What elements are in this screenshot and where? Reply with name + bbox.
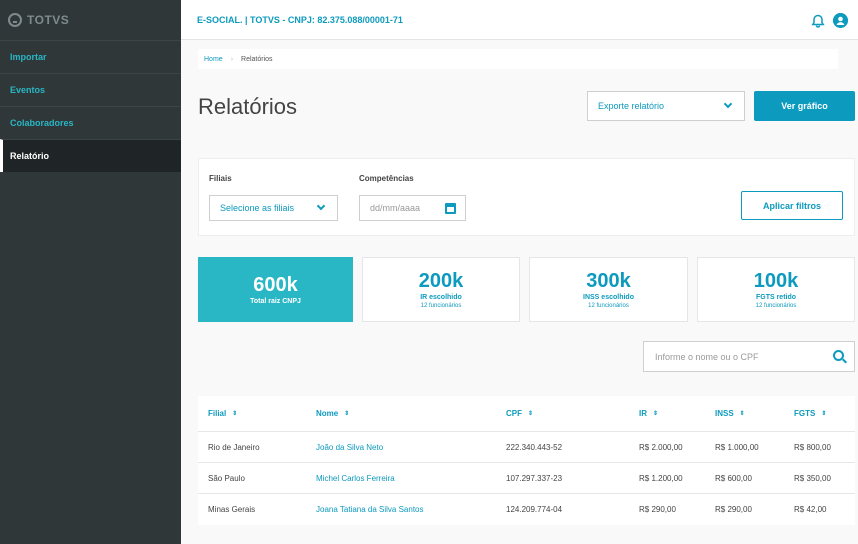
- branches-select[interactable]: Selecione as filiais: [209, 195, 338, 221]
- kpi-value: 600k: [253, 273, 298, 296]
- sort-icon: ⇕: [739, 411, 745, 417]
- column-header-cpf[interactable]: CPF ⇕: [506, 396, 533, 431]
- cell-fgts: R$ 800,00: [794, 442, 831, 452]
- view-chart-button[interactable]: Ver gráfico: [754, 91, 855, 121]
- sort-icon: ⇕: [232, 411, 238, 417]
- column-header-inss[interactable]: INSS ⇕: [715, 396, 745, 431]
- sidebar-item-colaboradores[interactable]: Colaboradores: [0, 106, 181, 139]
- period-label: Competências: [359, 174, 414, 183]
- sidebar-item-label: Eventos: [10, 85, 46, 95]
- table-row: Rio de Janeiro João da Silva Neto 222.34…: [198, 432, 855, 463]
- column-header-label: Filial: [208, 409, 227, 418]
- kpi-card-ir[interactable]: 200k IR escolhido 12 funcionários: [362, 257, 520, 322]
- cell-ir: R$ 290,00: [639, 505, 676, 514]
- sort-icon: ⇕: [821, 411, 827, 417]
- app-title: E-SOCIAL. | TOTVS - CNPJ: 82.375.088/000…: [197, 14, 403, 25]
- search-input[interactable]: Informe o nome ou o CPF: [643, 341, 855, 372]
- breadcrumb-home[interactable]: Home: [204, 56, 223, 63]
- sort-icon: ⇕: [344, 411, 350, 417]
- top-icons: [811, 13, 848, 28]
- column-header-label: CPF: [506, 409, 522, 418]
- kpi-value: 300k: [586, 269, 631, 292]
- kpi-label: INSS escolhido: [583, 293, 634, 301]
- branches-select-value: Selecione as filiais: [220, 203, 295, 213]
- cell-filial: São Paulo: [208, 473, 245, 483]
- cell-ir: R$ 1.200,00: [639, 473, 683, 483]
- page-title: Relatórios: [198, 94, 298, 119]
- kpi-sub: 12 funcionários: [755, 302, 797, 309]
- table-header: Filial ⇕ Nome ⇕ CPF ⇕ IR ⇕ INSS ⇕ FGTS ⇕: [198, 396, 855, 432]
- cell-inss: R$ 1.000,00: [715, 442, 759, 452]
- export-report-select[interactable]: Exporte relatório: [587, 91, 745, 121]
- kpi-label: FGTS retido: [755, 293, 797, 301]
- sidebar-item-relatorio[interactable]: Relatório: [0, 139, 181, 172]
- kpi-card-fgts[interactable]: 100k FGTS retido 12 funcionários: [697, 257, 855, 322]
- column-header-fgts[interactable]: FGTS ⇕: [794, 396, 826, 431]
- export-select-label: Exporte relatório: [598, 101, 665, 111]
- date-input[interactable]: dd/mm/aaaa: [359, 195, 466, 221]
- kpi-value: 200k: [418, 269, 464, 292]
- column-header-nome[interactable]: Nome ⇕: [316, 396, 349, 431]
- totvs-logo-icon: [8, 13, 22, 27]
- kpi-card-total[interactable]: 600k Total raiz CNPJ: [198, 257, 353, 322]
- cell-ir: R$ 2.000,00: [639, 442, 683, 452]
- cell-fgts: R$ 350,00: [794, 473, 831, 483]
- kpi-label: IR escolhido: [420, 293, 462, 301]
- cell-nome-link[interactable]: João da Silva Neto: [316, 432, 383, 462]
- column-header-label: IR: [639, 409, 647, 418]
- cell-inss: R$ 290,00: [715, 505, 752, 514]
- cell-inss: R$ 600,00: [715, 473, 752, 483]
- user-icon[interactable]: [833, 13, 848, 28]
- branches-label: Filiais: [209, 174, 232, 183]
- kpi-sub: 12 funcionários: [420, 302, 462, 309]
- sidebar-item-label: Colaboradores: [10, 118, 74, 128]
- sidebar: TOTVS Importar Eventos Colaboradores Rel…: [0, 0, 181, 544]
- filter-card: Filiais Selecione as filiais Competência…: [198, 158, 855, 236]
- column-header-label: INSS: [715, 409, 734, 418]
- cell-filial: Minas Gerais: [208, 505, 256, 514]
- report-table: Filial ⇕ Nome ⇕ CPF ⇕ IR ⇕ INSS ⇕ FGTS ⇕ Rio d…: [198, 396, 855, 525]
- cell-cpf: 222.340.443-52: [506, 442, 563, 452]
- column-header-label: Nome: [316, 409, 339, 418]
- calendar-icon[interactable]: [445, 203, 456, 214]
- kpi-sub: 12 funcionários: [588, 302, 629, 309]
- kpi-value: 100k: [753, 269, 799, 292]
- breadcrumb: Home › Relatórios: [198, 49, 838, 69]
- cell-nome-link[interactable]: Joana Tatiana da Silva Santos: [316, 494, 423, 525]
- bell-icon[interactable]: [811, 14, 825, 28]
- chevron-down-icon: [316, 201, 326, 211]
- column-header-filial[interactable]: Filial ⇕: [208, 396, 237, 431]
- search-placeholder: Informe o nome ou o CPF: [655, 351, 759, 362]
- breadcrumb-current: Relatórios: [241, 55, 273, 63]
- chevron-down-icon: [723, 99, 733, 109]
- cell-cpf: 124.209.774-04: [506, 505, 563, 514]
- top-bar: E-SOCIAL. | TOTVS - CNPJ: 82.375.088/000…: [181, 0, 858, 40]
- cell-fgts: R$ 42,00: [794, 505, 827, 514]
- apply-filters-button[interactable]: Aplicar filtros: [741, 191, 843, 220]
- cell-filial: Rio de Janeiro: [208, 442, 260, 452]
- column-header-label: FGTS: [794, 409, 816, 418]
- sidebar-item-importar[interactable]: Importar: [0, 40, 181, 73]
- cell-cpf: 107.297.337-23: [506, 473, 563, 483]
- sort-icon: ⇕: [528, 411, 534, 417]
- date-placeholder: dd/mm/aaaa: [370, 203, 421, 213]
- table-row: Minas Gerais Joana Tatiana da Silva Sant…: [198, 494, 855, 525]
- breadcrumb-separator: ›: [230, 55, 234, 63]
- table-row: São Paulo Michel Carlos Ferreira 107.297…: [198, 463, 855, 494]
- sidebar-item-eventos[interactable]: Eventos: [0, 73, 181, 106]
- kpi-label: Total raiz CNPJ: [250, 297, 301, 305]
- kpi-card-inss[interactable]: 300k INSS escolhido 12 funcionários: [529, 257, 688, 322]
- column-header-ir[interactable]: IR ⇕: [639, 396, 658, 431]
- brand[interactable]: TOTVS: [0, 0, 181, 40]
- search-icon[interactable]: [833, 350, 844, 361]
- cell-nome-link[interactable]: Michel Carlos Ferreira: [316, 463, 395, 493]
- sort-icon: ⇕: [653, 411, 659, 417]
- sidebar-item-label: Importar: [10, 52, 47, 62]
- brand-name: TOTVS: [27, 13, 70, 27]
- sidebar-item-label: Relatório: [10, 151, 50, 161]
